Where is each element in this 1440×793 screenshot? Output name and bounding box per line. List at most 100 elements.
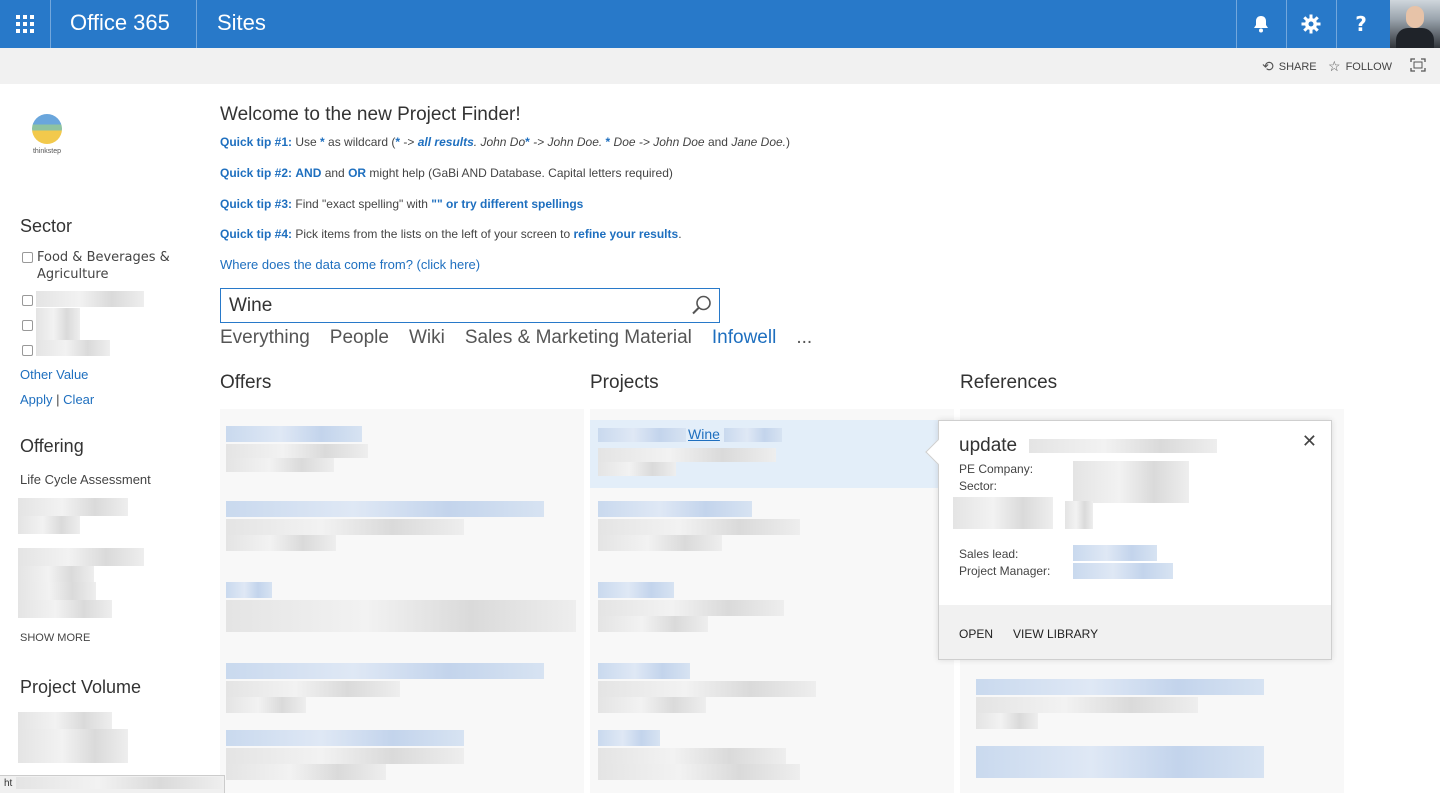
more-verticals-button[interactable]: ... <box>796 327 812 349</box>
vertical-wiki[interactable]: Wiki <box>409 327 445 349</box>
result-snippet <box>226 681 400 697</box>
tip-text: -> <box>400 135 418 149</box>
hover-panel-title[interactable]: update <box>959 435 1017 457</box>
checkbox[interactable] <box>22 320 33 331</box>
tip-text: . <box>678 227 682 241</box>
redacted-text <box>18 548 144 566</box>
result-title[interactable] <box>226 501 544 517</box>
search-icon[interactable] <box>691 294 713 316</box>
avatar[interactable] <box>1390 0 1440 48</box>
checkbox[interactable] <box>22 295 33 306</box>
result-title[interactable] <box>226 582 272 598</box>
result-title[interactable] <box>226 663 544 679</box>
share-label: SHARE <box>1278 60 1317 73</box>
redacted-text <box>36 308 80 342</box>
redacted-text <box>18 498 128 516</box>
vertical-people[interactable]: People <box>330 327 389 349</box>
tip-label: Quick tip #1: <box>220 135 293 149</box>
avatar-suit <box>1396 28 1434 48</box>
show-more-link[interactable]: SHOW MORE <box>20 632 90 644</box>
result-snippet <box>598 519 800 535</box>
redacted-link[interactable] <box>1073 545 1157 561</box>
page-title: Welcome to the new Project Finder! <box>220 104 521 125</box>
vertical-infowell[interactable]: Infowell <box>712 327 776 349</box>
sector-option[interactable] <box>20 317 37 331</box>
tip-text: all results <box>417 135 474 149</box>
result-snippet <box>598 764 800 780</box>
view-library-button[interactable]: VIEW LIBRARY <box>1013 627 1098 641</box>
result-title[interactable] <box>598 663 690 679</box>
sector-option[interactable]: Food & Beverages & Agriculture <box>20 249 170 283</box>
search-box[interactable]: Wine <box>220 288 720 323</box>
help-icon[interactable]: ? <box>1336 0 1386 48</box>
result-snippet <box>598 616 708 632</box>
vertical-everything[interactable]: Everything <box>220 327 310 349</box>
close-icon[interactable]: ✕ <box>1302 431 1317 452</box>
avatar-face <box>1406 6 1424 28</box>
result-snippet <box>226 616 576 632</box>
checkbox[interactable] <box>22 252 33 263</box>
tip-text: Doe -> John Doe <box>610 135 705 149</box>
result-title[interactable] <box>976 679 1264 695</box>
offers-heading: Offers <box>220 372 272 393</box>
sector-option[interactable] <box>20 292 37 306</box>
brand-link[interactable]: Office 365 <box>70 10 170 36</box>
result-snippet <box>226 764 386 780</box>
offering-option[interactable]: Life Cycle Assessment <box>20 472 151 487</box>
tip-text: Find "exact spelling" with <box>292 197 432 211</box>
result-snippet <box>226 444 368 458</box>
result-title[interactable] <box>724 428 782 442</box>
open-button[interactable]: OPEN <box>959 627 993 641</box>
result-title[interactable] <box>976 762 1264 778</box>
clear-link[interactable]: Clear <box>63 392 94 407</box>
result-snippet <box>226 458 334 472</box>
redacted-text <box>16 777 222 789</box>
result-title[interactable] <box>598 501 752 517</box>
result-title[interactable] <box>598 428 686 442</box>
result-snippet <box>976 697 1198 713</box>
tip-text: AND <box>295 166 322 180</box>
checkbox[interactable] <box>22 345 33 356</box>
share-button[interactable]: ⟲ SHARE <box>1262 58 1317 75</box>
result-title[interactable] <box>598 730 660 746</box>
result-title[interactable] <box>226 426 362 442</box>
result-snippet <box>226 535 336 551</box>
divider <box>50 0 51 48</box>
tip-text: as wildcard ( <box>324 135 396 149</box>
redacted-link[interactable] <box>1073 563 1173 579</box>
quick-tip-4: Quick tip #4: Pick items from the lists … <box>220 227 682 241</box>
star-icon: ☆ <box>1328 58 1341 74</box>
bell-icon[interactable] <box>1236 0 1286 48</box>
site-logo[interactable]: thinkstep <box>30 114 64 158</box>
references-heading: References <box>960 372 1058 393</box>
tip-text: Pick items from the lists on the left of… <box>292 227 574 241</box>
data-source-link[interactable]: Where does the data come from? (click he… <box>220 257 480 272</box>
quick-tip-1: Quick tip #1: Use * as wildcard (* -> al… <box>220 135 790 149</box>
result-snippet <box>598 462 676 476</box>
redacted-text <box>953 497 1053 529</box>
tip-text: OR <box>348 166 367 180</box>
result-title-link[interactable]: Wine <box>688 426 720 442</box>
tip-text: Jane Doe. <box>731 135 787 149</box>
follow-button[interactable]: ☆ FOLLOW <box>1328 58 1392 75</box>
redacted-text <box>18 729 128 746</box>
result-title[interactable] <box>598 582 674 598</box>
result-title[interactable] <box>226 730 464 746</box>
focus-mode-icon[interactable] <box>1410 58 1426 72</box>
gear-icon[interactable] <box>1286 0 1336 48</box>
vertical-sales-marketing[interactable]: Sales & Marketing Material <box>465 327 692 349</box>
result-snippet <box>598 535 722 551</box>
sector-option[interactable] <box>20 342 37 356</box>
tip-label: Quick tip #3: <box>220 197 293 211</box>
app-launcher-icon[interactable] <box>0 0 50 48</box>
result-title[interactable] <box>976 746 1264 762</box>
apply-link[interactable]: Apply <box>20 392 53 407</box>
search-input[interactable]: Wine <box>229 295 272 317</box>
redacted-text <box>18 516 80 534</box>
redacted-text <box>18 600 112 618</box>
result-snippet <box>598 697 706 713</box>
tip-text: . John Do <box>473 135 526 149</box>
other-value-link[interactable]: Other Value <box>20 367 88 382</box>
divider <box>196 0 197 48</box>
section-title[interactable]: Sites <box>217 10 266 36</box>
